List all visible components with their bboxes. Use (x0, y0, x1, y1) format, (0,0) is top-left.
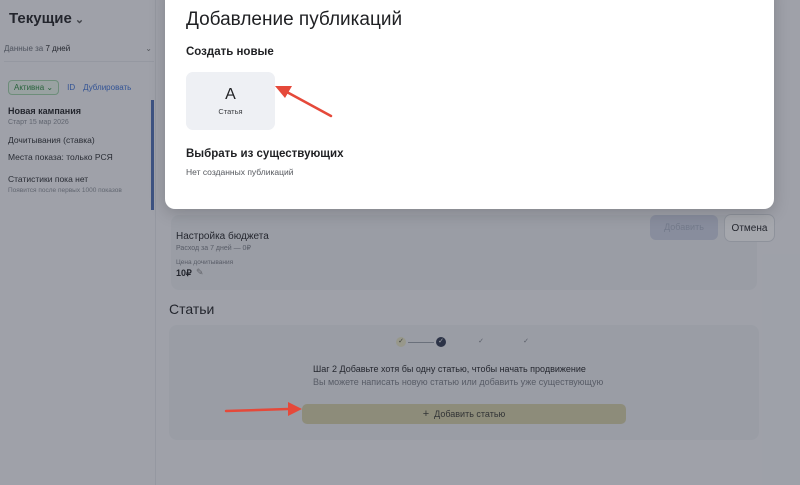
empty-publications-text: Нет созданных публикаций (186, 167, 294, 177)
article-type-letter: A (225, 86, 236, 103)
create-new-heading: Создать новые (186, 46, 274, 58)
article-type-tile[interactable]: A Статья (186, 72, 275, 130)
choose-existing-heading: Выбрать из существующих (186, 148, 344, 160)
article-type-label: Статья (218, 107, 243, 116)
add-publications-modal: Добавление публикаций Создать новые A Ст… (165, 0, 774, 209)
modal-title: Добавление публикаций (186, 9, 403, 30)
